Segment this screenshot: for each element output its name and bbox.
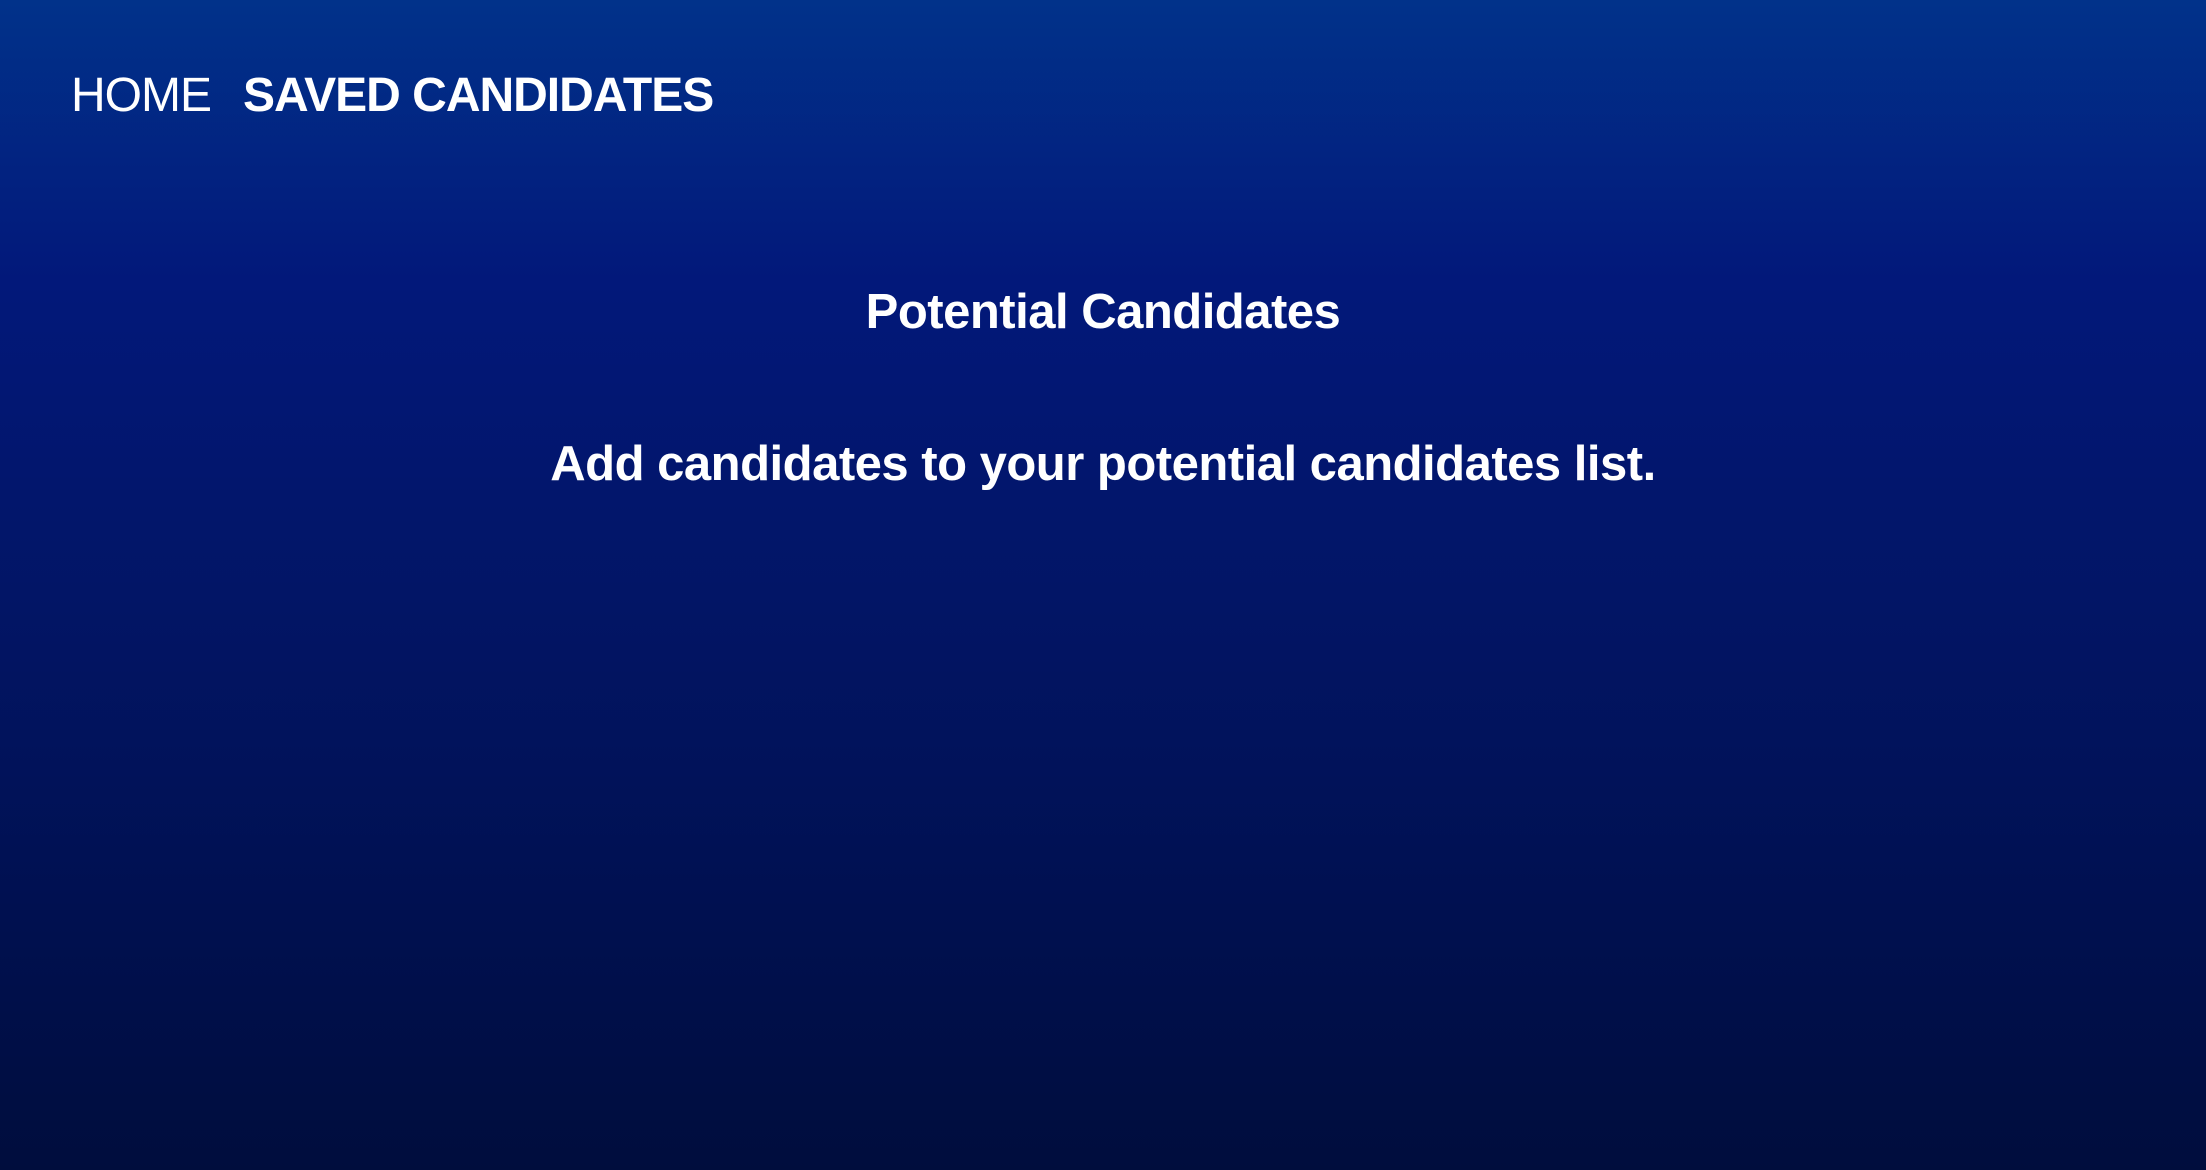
nav-home-link[interactable]: HOME [71, 66, 212, 126]
page-title: Potential Candidates [865, 285, 1341, 339]
top-navigation: HOME SAVED CANDIDATES [71, 66, 714, 126]
nav-saved-candidates-link[interactable]: SAVED CANDIDATES [243, 66, 714, 126]
empty-state-message: Add candidates to your potential candida… [550, 437, 1656, 491]
